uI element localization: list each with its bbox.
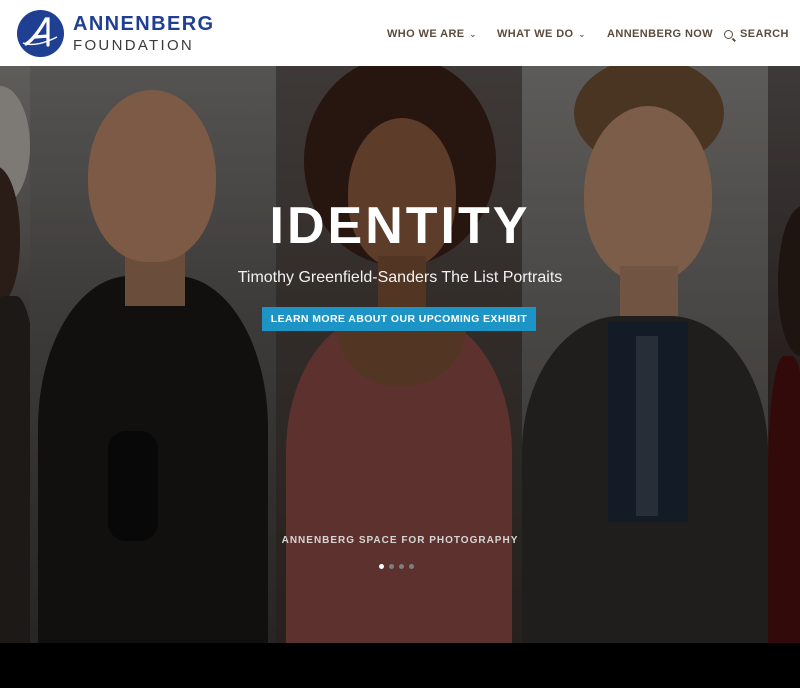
nav-annenberg-now[interactable]: ANNENBERG NOW bbox=[607, 28, 713, 40]
hero-overlay bbox=[0, 66, 800, 643]
nav-who-we-are[interactable]: WHO WE ARE ⌄ bbox=[387, 28, 477, 40]
page-bottom-band bbox=[0, 643, 800, 688]
nav-label: WHO WE ARE bbox=[387, 28, 465, 40]
nav-search[interactable]: SEARCH bbox=[724, 28, 789, 40]
nav-what-we-do[interactable]: WHAT WE DO ⌄ bbox=[497, 28, 586, 40]
nav-label: WHAT WE DO bbox=[497, 28, 574, 40]
search-icon bbox=[724, 29, 733, 39]
site-header: ANNENBERG FOUNDATION WHO WE ARE ⌄ WHAT W… bbox=[0, 0, 800, 66]
nav-label: ANNENBERG NOW bbox=[607, 28, 714, 40]
logo-line-1: ANNENBERG bbox=[73, 13, 215, 35]
carousel-dot[interactable] bbox=[379, 564, 384, 569]
carousel-dot[interactable] bbox=[399, 564, 404, 569]
hero-caption: ANNENBERG SPACE FOR PHOTOGRAPHY bbox=[281, 535, 519, 546]
search-label: SEARCH bbox=[740, 28, 789, 40]
hero-subtitle: Timothy Greenfield-Sanders The List Port… bbox=[237, 269, 563, 286]
carousel-dot[interactable] bbox=[409, 564, 414, 569]
logo-wordmark: ANNENBERG FOUNDATION bbox=[73, 14, 215, 53]
chevron-down-icon: ⌄ bbox=[469, 29, 477, 39]
carousel-dots bbox=[379, 564, 414, 569]
logo-line-2: FOUNDATION bbox=[73, 37, 195, 54]
hero-title: IDENTITY bbox=[269, 197, 531, 255]
hero-carousel[interactable]: IDENTITY Timothy Greenfield-Sanders The … bbox=[0, 66, 800, 643]
chevron-down-icon: ⌄ bbox=[578, 29, 586, 39]
annenberg-logo[interactable]: ANNENBERG FOUNDATION bbox=[17, 10, 215, 57]
carousel-dot[interactable] bbox=[389, 564, 394, 569]
learn-more-button[interactable]: LEARN MORE ABOUT OUR UPCOMING EXHIBIT bbox=[262, 307, 536, 331]
logo-mark-icon bbox=[17, 10, 64, 57]
